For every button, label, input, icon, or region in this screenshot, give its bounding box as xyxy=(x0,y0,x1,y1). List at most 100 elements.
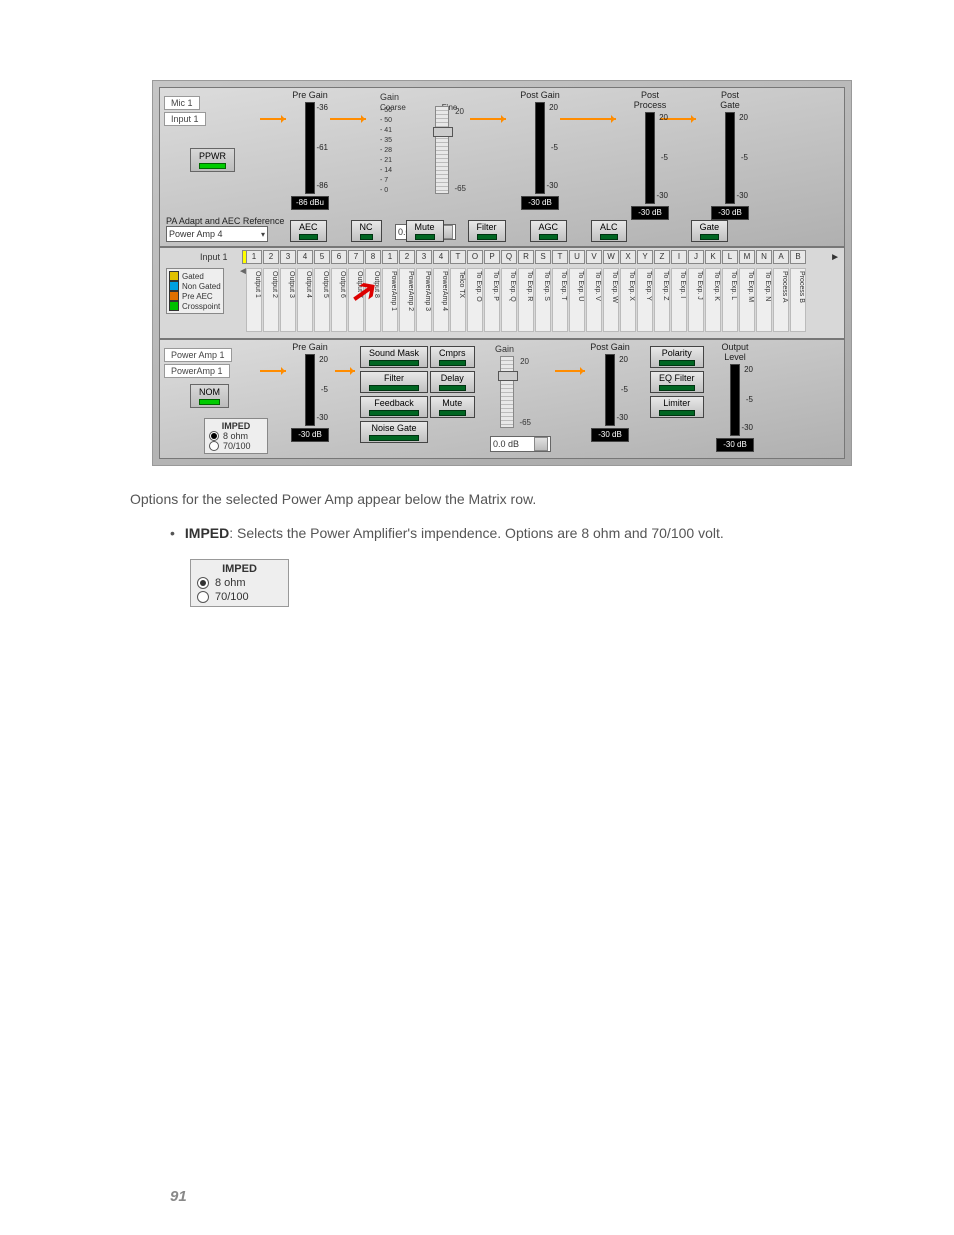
matrix-col-label: PowerAmp 1 xyxy=(382,268,398,332)
matrix-col-label: Output 5 xyxy=(314,268,330,332)
mixer-screenshot: Mic 1 Input 1 PPWR Pre Gain-36-61-86-86 … xyxy=(152,80,852,466)
matrix-head-cell[interactable]: 1 xyxy=(382,250,398,264)
matrix-col-label: To Exp. O xyxy=(467,268,483,332)
matrix-head-cell[interactable]: 3 xyxy=(280,250,296,264)
matrix-head-cell[interactable]: 2 xyxy=(399,250,415,264)
matrix-col-label: Process B xyxy=(790,268,806,332)
fine-gain-slider[interactable]: 20-65 xyxy=(435,106,449,194)
agc-button[interactable]: AGC xyxy=(530,220,568,242)
matrix-col-label: Output 1 xyxy=(246,268,262,332)
soundmask-button[interactable]: Sound Mask xyxy=(360,346,428,368)
matrix-head-cell[interactable]: 4 xyxy=(433,250,449,264)
eqfilter-button[interactable]: EQ Filter xyxy=(650,371,704,393)
matrix-col-label: Output 8 xyxy=(365,268,381,332)
matrix-head-cell[interactable]: O xyxy=(467,250,483,264)
alc-button[interactable]: ALC xyxy=(591,220,627,242)
noisegate-button[interactable]: Noise Gate xyxy=(360,421,428,443)
imped-8ohm-radio[interactable] xyxy=(209,431,219,441)
out-gain-spinner[interactable]: 0.0 dB xyxy=(490,436,551,452)
matrix-head-cell[interactable]: W xyxy=(603,250,619,264)
matrix-col-label: Telco TX xyxy=(450,268,466,332)
nc-button[interactable]: NC xyxy=(351,220,382,242)
gate-button[interactable]: Gate xyxy=(691,220,729,242)
matrix-head-cell[interactable]: 4 xyxy=(297,250,313,264)
flow-arrow xyxy=(335,370,355,372)
bullet-imped: •IMPED: Selects the Power Amplifier's im… xyxy=(170,525,874,541)
matrix-col-label: To Exp. Z xyxy=(654,268,670,332)
mic-label: Mic 1 xyxy=(164,96,200,110)
mute-button[interactable]: Mute xyxy=(406,220,444,242)
imped-lg-70100-radio[interactable] xyxy=(197,591,209,603)
out-post-gain-meter: Post Gain20-5-30-30 dB xyxy=(590,342,630,442)
flow-arrow xyxy=(330,118,366,120)
matrix-col-label: To Exp. L xyxy=(722,268,738,332)
matrix-head-cell[interactable]: S xyxy=(535,250,551,264)
matrix-head-cell[interactable]: 6 xyxy=(331,250,347,264)
matrix-head-cell[interactable]: T xyxy=(552,250,568,264)
feedback-button[interactable]: Feedback xyxy=(360,396,428,418)
page-number: 91 xyxy=(170,1188,187,1205)
matrix-col-label: To Exp. Y xyxy=(637,268,653,332)
matrix-col-label: Output 2 xyxy=(263,268,279,332)
matrix-head-cell[interactable]: N xyxy=(756,250,772,264)
matrix-head-cell[interactable]: I xyxy=(671,250,687,264)
out-mute-button[interactable]: Mute xyxy=(430,396,475,418)
out-gain-label: Gain xyxy=(495,344,514,354)
imped-lg-8ohm-radio[interactable] xyxy=(197,577,209,589)
matrix-head-cell[interactable]: M xyxy=(739,250,755,264)
matrix-head-cell[interactable]: X xyxy=(620,250,636,264)
aec-button[interactable]: AEC xyxy=(290,220,327,242)
matrix-head-cell[interactable]: R xyxy=(518,250,534,264)
matrix-col-label: To Exp. I xyxy=(671,268,687,332)
matrix-head-cell[interactable]: 3 xyxy=(416,250,432,264)
matrix-col-label: PowerAmp 2 xyxy=(399,268,415,332)
flow-arrow xyxy=(260,370,286,372)
pa-label: Power Amp 1 xyxy=(164,348,232,362)
matrix-row: Input 1 0 0 0 ◄ ► 123456781234TOPQRSTUVW… xyxy=(159,247,845,339)
matrix-col-label: Output 7 xyxy=(348,268,364,332)
matrix-col-label: Process A xyxy=(773,268,789,332)
polarity-button[interactable]: Polarity xyxy=(650,346,704,368)
caption-text: Options for the selected Power Amp appea… xyxy=(130,491,874,507)
matrix-head-cell[interactable]: J xyxy=(688,250,704,264)
matrix-head-cell[interactable]: 5 xyxy=(314,250,330,264)
matrix-head-cell[interactable]: Z xyxy=(654,250,670,264)
pre-gain-meter: Pre Gain-36-61-86-86 dBu xyxy=(290,90,330,210)
matrix-head-cell[interactable]: P xyxy=(484,250,500,264)
matrix-header: 123456781234TOPQRSTUVWXYZIJKLMNAB xyxy=(246,250,838,264)
filter-button[interactable]: Filter xyxy=(468,220,506,242)
matrix-head-cell[interactable]: A xyxy=(773,250,789,264)
matrix-head-cell[interactable]: 1 xyxy=(246,250,262,264)
matrix-col-label: To Exp. V xyxy=(586,268,602,332)
delay-button[interactable]: Delay xyxy=(430,371,475,393)
flow-arrow xyxy=(560,118,616,120)
ppwr-button[interactable]: PPWR xyxy=(190,148,235,172)
matrix-head-cell[interactable]: 7 xyxy=(348,250,364,264)
matrix-head-cell[interactable]: T xyxy=(450,250,466,264)
matrix-head-cell[interactable]: Q xyxy=(501,250,517,264)
matrix-col-label: To Exp. P xyxy=(484,268,500,332)
matrix-head-cell[interactable]: U xyxy=(569,250,585,264)
matrix-head-cell[interactable]: V xyxy=(586,250,602,264)
matrix-col-label: To Exp. R xyxy=(518,268,534,332)
matrix-head-cell[interactable]: 2 xyxy=(263,250,279,264)
matrix-head-cell[interactable]: Y xyxy=(637,250,653,264)
dsp-button-row: AEC NC Mute Filter AGC ALC Gate xyxy=(290,220,834,242)
input-channel-panel: Mic 1 Input 1 PPWR Pre Gain-36-61-86-86 … xyxy=(159,87,845,247)
matrix-head-cell[interactable]: B xyxy=(790,250,806,264)
matrix-head-cell[interactable]: 8 xyxy=(365,250,381,264)
limiter-button[interactable]: Limiter xyxy=(650,396,704,418)
matrix-head-cell[interactable]: L xyxy=(722,250,738,264)
out-filter-button[interactable]: Filter xyxy=(360,371,428,393)
matrix-head-cell[interactable]: K xyxy=(705,250,721,264)
imped-70100-radio[interactable] xyxy=(209,441,219,451)
matrix-col-label: To Exp. W xyxy=(603,268,619,332)
matrix-col-label: PowerAmp 4 xyxy=(433,268,449,332)
pa-ref-combo[interactable]: Power Amp 4 xyxy=(166,226,268,242)
out-gain-slider[interactable]: 20 -65 xyxy=(500,356,514,428)
gain-section: GainCoarseFine - 56- 50- 41- 35- 28- 21-… xyxy=(380,92,490,112)
out-pre-gain-meter: Pre Gain20-5-30-30 dB xyxy=(290,342,330,452)
nom-button[interactable]: NOM xyxy=(190,384,229,408)
cmprs-button[interactable]: Cmprs xyxy=(430,346,475,368)
matrix-col-label: To Exp. S xyxy=(535,268,551,332)
